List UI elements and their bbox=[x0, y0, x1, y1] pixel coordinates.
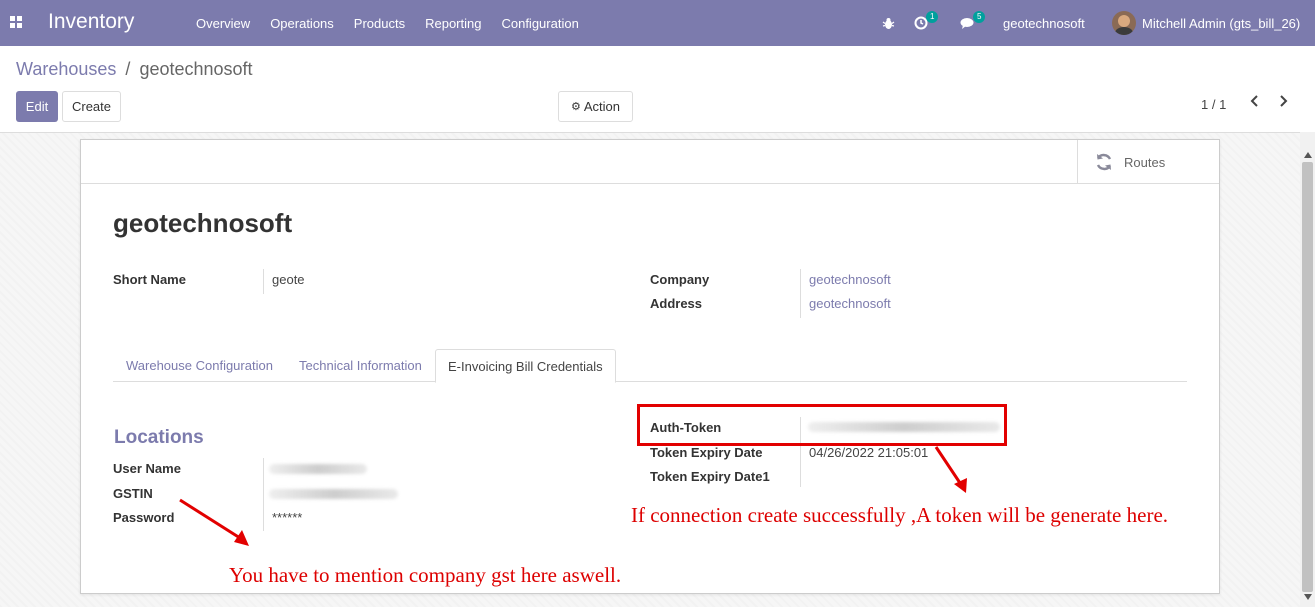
tab-warehouse-configuration[interactable]: Warehouse Configuration bbox=[114, 349, 285, 382]
menu-overview[interactable]: Overview bbox=[186, 16, 260, 31]
tab-e-invoicing-credentials[interactable]: E-Invoicing Bill Credentials bbox=[435, 349, 616, 383]
breadcrumb: Warehouses / geotechnosoft bbox=[16, 59, 253, 80]
locations-section-title: Locations bbox=[114, 427, 204, 448]
gstin-label: GSTIN bbox=[113, 486, 153, 501]
routes-label: Routes bbox=[1124, 155, 1166, 170]
tab-technical-information[interactable]: Technical Information bbox=[287, 349, 434, 382]
menu-configuration[interactable]: Configuration bbox=[491, 16, 588, 31]
pager-value[interactable]: 1 / 1 bbox=[1201, 97, 1226, 112]
app-brand[interactable]: Inventory bbox=[48, 10, 134, 34]
edit-button[interactable]: Edit bbox=[16, 91, 58, 122]
button-box: Routes bbox=[81, 140, 1219, 184]
refresh-icon bbox=[1094, 152, 1114, 178]
chevron-right-icon[interactable] bbox=[1278, 94, 1288, 113]
chevron-left-icon[interactable] bbox=[1250, 94, 1260, 113]
password-label: Password bbox=[113, 510, 175, 525]
scrollbar-thumb[interactable] bbox=[1302, 162, 1313, 592]
gst-annotation: You have to mention company gst here asw… bbox=[229, 563, 622, 587]
gstin-value-redacted[interactable] bbox=[269, 489, 398, 499]
activity-clock-icon[interactable] bbox=[914, 0, 928, 46]
field-divider bbox=[263, 458, 264, 531]
message-count-badge: 5 bbox=[973, 11, 986, 23]
menu-reporting[interactable]: Reporting bbox=[415, 16, 491, 31]
user-name: Mitchell Admin (gts_bill_26) bbox=[1142, 15, 1301, 31]
action-label: Action bbox=[583, 99, 620, 114]
breadcrumb-warehouses[interactable]: Warehouses bbox=[16, 59, 116, 79]
token-annotation: If connection create successfully ,A tok… bbox=[631, 503, 1169, 527]
record-title[interactable]: geotechnosoft bbox=[113, 208, 292, 239]
create-button[interactable]: Create bbox=[62, 91, 121, 122]
notebook-tabs: Warehouse Configuration Technical Inform… bbox=[113, 349, 1187, 383]
breadcrumb-separator: / bbox=[125, 59, 131, 79]
menu-products[interactable]: Products bbox=[344, 16, 415, 31]
messages-chat-icon[interactable] bbox=[960, 0, 975, 46]
scroll-down-arrow-icon[interactable] bbox=[1304, 594, 1312, 600]
activity-count-badge: 1 bbox=[926, 11, 939, 23]
apps-menu-icon[interactable] bbox=[10, 16, 22, 28]
breadcrumb-current: geotechnosoft bbox=[139, 59, 253, 79]
company-link[interactable]: geotechnosoft bbox=[809, 272, 891, 287]
user-name-value-redacted[interactable] bbox=[269, 464, 367, 474]
address-label: Address bbox=[650, 296, 703, 311]
routes-smart-button[interactable]: Routes bbox=[1077, 140, 1219, 183]
company-label: Company bbox=[650, 272, 710, 287]
token-expiry-label: Token Expiry Date bbox=[650, 445, 763, 460]
password-value[interactable]: ****** bbox=[272, 510, 302, 525]
user-name-label: User Name bbox=[113, 461, 181, 476]
address-link[interactable]: geotechnosoft bbox=[809, 296, 891, 311]
top-navbar: Inventory Overview Operations Products R… bbox=[0, 0, 1315, 46]
main-menu: Overview Operations Products Reporting C… bbox=[186, 0, 589, 46]
company-switcher[interactable]: geotechnosoft bbox=[1003, 0, 1085, 46]
scroll-up-arrow-icon[interactable] bbox=[1304, 152, 1312, 158]
menu-operations[interactable]: Operations bbox=[260, 16, 344, 31]
gear-icon: ⚙ bbox=[570, 101, 581, 113]
short-name-value[interactable]: geote bbox=[272, 272, 305, 287]
user-menu[interactable]: Mitchell Admin (gts_bill_26) bbox=[1112, 0, 1300, 46]
field-divider bbox=[263, 269, 264, 294]
action-button[interactable]: ⚙ Action bbox=[558, 91, 633, 122]
auth-token-highlight-box bbox=[637, 404, 1007, 446]
token-expiry-value[interactable]: 04/26/2022 21:05:01 bbox=[809, 445, 928, 460]
avatar bbox=[1112, 11, 1136, 35]
debug-bug-icon[interactable] bbox=[882, 0, 895, 46]
short-name-label: Short Name bbox=[113, 272, 186, 287]
field-divider bbox=[800, 269, 801, 318]
token-expiry1-label: Token Expiry Date1 bbox=[650, 469, 770, 484]
